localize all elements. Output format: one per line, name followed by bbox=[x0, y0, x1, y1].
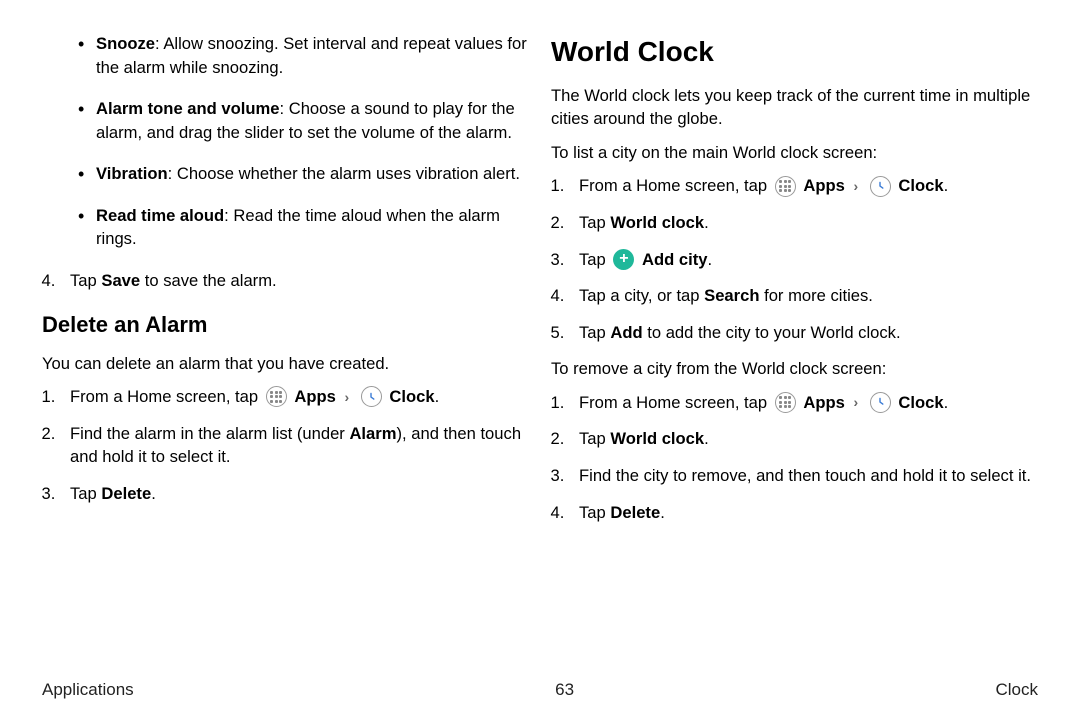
world-clock-list-intro: To list a city on the main World clock s… bbox=[551, 141, 1038, 165]
term: Vibration bbox=[96, 164, 168, 183]
chevron-right-icon: › bbox=[853, 393, 858, 413]
footer-right: Clock bbox=[995, 680, 1038, 700]
wc-step-1: From a Home screen, tap Apps › Clock. bbox=[569, 174, 1038, 198]
text: From a Home screen, tap bbox=[579, 176, 772, 195]
apps-label: Apps bbox=[803, 176, 844, 195]
apps-icon bbox=[266, 386, 287, 407]
delete-alarm-steps: From a Home screen, tap Apps › Clock. Fi… bbox=[42, 385, 529, 505]
text: Tap bbox=[579, 323, 610, 342]
footer-page-number: 63 bbox=[555, 680, 574, 700]
footer-left: Applications bbox=[42, 680, 134, 700]
wc-step-4: Tap a city, or tap Search for more citie… bbox=[569, 284, 1038, 308]
text: Tap bbox=[579, 250, 610, 269]
chevron-right-icon: › bbox=[344, 388, 349, 408]
text: From a Home screen, tap bbox=[579, 393, 772, 412]
add-label: Add bbox=[610, 323, 642, 342]
clock-label: Clock bbox=[898, 176, 943, 195]
option-vibration: Vibration: Choose whether the alarm uses… bbox=[78, 162, 529, 186]
text: Tap bbox=[579, 429, 610, 448]
save-alarm-steps: Tap Save to save the alarm. bbox=[42, 269, 529, 293]
term: Read time aloud bbox=[96, 206, 224, 225]
text: for more cities. bbox=[759, 286, 872, 305]
text: Tap bbox=[579, 503, 610, 522]
text: Tap a city, or tap bbox=[579, 286, 704, 305]
world-clock-label: World clock bbox=[610, 429, 704, 448]
apps-label: Apps bbox=[294, 387, 335, 406]
desc: : Allow snoozing. Set interval and repea… bbox=[96, 34, 527, 77]
save-label: Save bbox=[101, 271, 140, 290]
del-step-3: Tap Delete. bbox=[60, 482, 529, 506]
world-clock-add-steps: From a Home screen, tap Apps › Clock. Ta… bbox=[551, 174, 1038, 344]
text: Tap bbox=[579, 213, 610, 232]
world-clock-heading: World Clock bbox=[551, 32, 1038, 72]
manual-page: Snooze: Allow snoozing. Set interval and… bbox=[0, 0, 1080, 720]
text: . bbox=[704, 429, 709, 448]
text: Tap bbox=[70, 484, 101, 503]
clock-icon bbox=[870, 176, 891, 197]
text: Find the alarm in the alarm list (under bbox=[70, 424, 349, 443]
text: to save the alarm. bbox=[140, 271, 277, 290]
apps-icon bbox=[775, 176, 796, 197]
text: . bbox=[704, 213, 709, 232]
add-icon: + bbox=[613, 249, 634, 270]
apps-icon bbox=[775, 392, 796, 413]
rm-step-4: Tap Delete. bbox=[569, 501, 1038, 525]
del-step-1: From a Home screen, tap Apps › Clock. bbox=[60, 385, 529, 409]
right-column: World Clock The World clock lets you kee… bbox=[551, 32, 1038, 676]
delete-label: Delete bbox=[610, 503, 660, 522]
chevron-right-icon: › bbox=[853, 177, 858, 197]
wc-step-3: Tap + Add city. bbox=[569, 248, 1038, 272]
del-step-2: Find the alarm in the alarm list (under … bbox=[60, 422, 529, 469]
clock-icon bbox=[870, 392, 891, 413]
text: . bbox=[660, 503, 665, 522]
clock-label: Clock bbox=[389, 387, 434, 406]
wc-step-5: Tap Add to add the city to your World cl… bbox=[569, 321, 1038, 345]
rm-step-2: Tap World clock. bbox=[569, 427, 1038, 451]
apps-label: Apps bbox=[803, 393, 844, 412]
clock-icon bbox=[361, 386, 382, 407]
text: . bbox=[151, 484, 156, 503]
text: . bbox=[707, 250, 712, 269]
world-clock-intro: The World clock lets you keep track of t… bbox=[551, 84, 1038, 131]
desc: : Choose whether the alarm uses vibratio… bbox=[168, 164, 520, 183]
text: Tap bbox=[70, 271, 101, 290]
option-snooze: Snooze: Allow snoozing. Set interval and… bbox=[78, 32, 529, 79]
delete-alarm-intro: You can delete an alarm that you have cr… bbox=[42, 352, 529, 376]
clock-label: Clock bbox=[898, 393, 943, 412]
world-clock-label: World clock bbox=[610, 213, 704, 232]
delete-label: Delete bbox=[101, 484, 151, 503]
world-clock-remove-intro: To remove a city from the World clock sc… bbox=[551, 357, 1038, 381]
alarm-options-list: Snooze: Allow snoozing. Set interval and… bbox=[42, 32, 529, 251]
rm-step-1: From a Home screen, tap Apps › Clock. bbox=[569, 391, 1038, 415]
option-read-aloud: Read time aloud: Read the time aloud whe… bbox=[78, 204, 529, 251]
term: Snooze bbox=[96, 34, 155, 53]
wc-step-2: Tap World clock. bbox=[569, 211, 1038, 235]
delete-alarm-heading: Delete an Alarm bbox=[42, 309, 529, 340]
two-column-layout: Snooze: Allow snoozing. Set interval and… bbox=[42, 32, 1038, 676]
alarm-label: Alarm bbox=[349, 424, 396, 443]
add-city-label: Add city bbox=[642, 250, 707, 269]
term: Alarm tone and volume bbox=[96, 99, 280, 118]
option-alarm-tone: Alarm tone and volume: Choose a sound to… bbox=[78, 97, 529, 144]
step-save: Tap Save to save the alarm. bbox=[60, 269, 529, 293]
search-label: Search bbox=[704, 286, 759, 305]
rm-step-3: Find the city to remove, and then touch … bbox=[569, 464, 1038, 488]
text: to add the city to your World clock. bbox=[643, 323, 901, 342]
text: From a Home screen, tap bbox=[70, 387, 263, 406]
page-footer: Applications 63 Clock bbox=[42, 680, 1038, 700]
world-clock-remove-steps: From a Home screen, tap Apps › Clock. Ta… bbox=[551, 391, 1038, 524]
left-column: Snooze: Allow snoozing. Set interval and… bbox=[42, 32, 529, 676]
